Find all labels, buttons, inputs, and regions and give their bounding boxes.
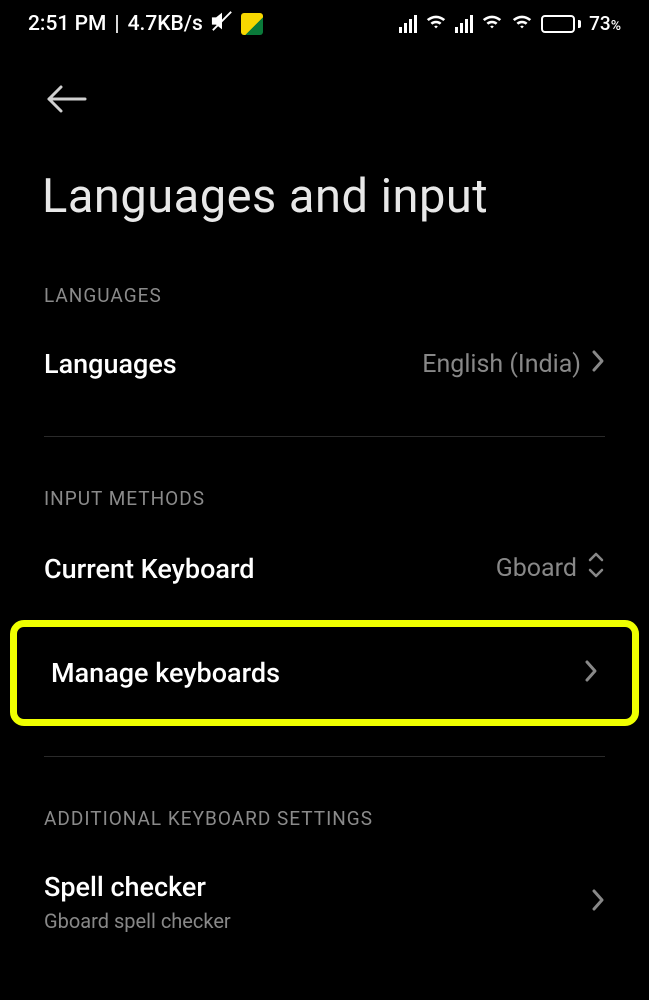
chevron-right-icon xyxy=(591,888,605,916)
wifi-icon-2 xyxy=(481,11,503,37)
flipkart-app-icon xyxy=(241,13,263,35)
status-separator: | xyxy=(114,12,119,36)
status-bar: 2:51 PM | 4.7KB/s 7 xyxy=(0,0,649,48)
row-sub-spell-checker: Gboard spell checker xyxy=(44,909,231,933)
battery-icon xyxy=(541,15,581,33)
signal-icon-1 xyxy=(399,15,417,33)
row-label-languages: Languages xyxy=(44,348,177,380)
wifi-icon-3 xyxy=(511,11,533,37)
battery-percent: 73% xyxy=(589,12,621,36)
mute-icon xyxy=(211,10,233,38)
row-value-languages-text: English (India) xyxy=(422,350,581,379)
status-right: 73% xyxy=(399,11,621,37)
row-spell-checker[interactable]: Spell checker Gboard spell checker xyxy=(0,845,649,959)
chevron-right-icon xyxy=(584,659,598,687)
status-netspeed: 4.7KB/s xyxy=(128,12,203,36)
back-button[interactable] xyxy=(45,83,609,119)
row-manage-keyboards[interactable]: Manage keyboards xyxy=(10,620,639,726)
divider xyxy=(44,756,605,757)
section-header-languages: LANGUAGES xyxy=(0,264,649,322)
row-languages[interactable]: Languages English (India) xyxy=(0,322,649,406)
row-current-keyboard[interactable]: Current Keyboard Gboard xyxy=(0,525,649,612)
row-label-manage-keyboards: Manage keyboards xyxy=(51,657,280,689)
row-left-spell-checker: Spell checker Gboard spell checker xyxy=(44,871,231,933)
row-value-current-keyboard-text: Gboard xyxy=(496,554,577,583)
row-label-current-keyboard: Current Keyboard xyxy=(44,553,254,585)
page-title: Languages and input xyxy=(0,119,649,264)
row-value-current-keyboard: Gboard xyxy=(496,551,605,586)
signal-icon-2 xyxy=(455,15,473,33)
section-header-input-methods: INPUT METHODS xyxy=(0,467,649,525)
nav-row xyxy=(0,48,649,119)
section-header-additional: ADDITIONAL KEYBOARD SETTINGS xyxy=(0,787,649,845)
status-time: 2:51 PM xyxy=(28,12,106,36)
divider xyxy=(44,436,605,437)
status-left: 2:51 PM | 4.7KB/s xyxy=(28,10,263,38)
row-label-spell-checker: Spell checker xyxy=(44,871,231,903)
chevron-right-icon xyxy=(591,349,605,380)
up-down-chevron-icon xyxy=(587,551,605,586)
wifi-icon-1 xyxy=(425,11,447,37)
row-value-languages: English (India) xyxy=(422,349,605,380)
